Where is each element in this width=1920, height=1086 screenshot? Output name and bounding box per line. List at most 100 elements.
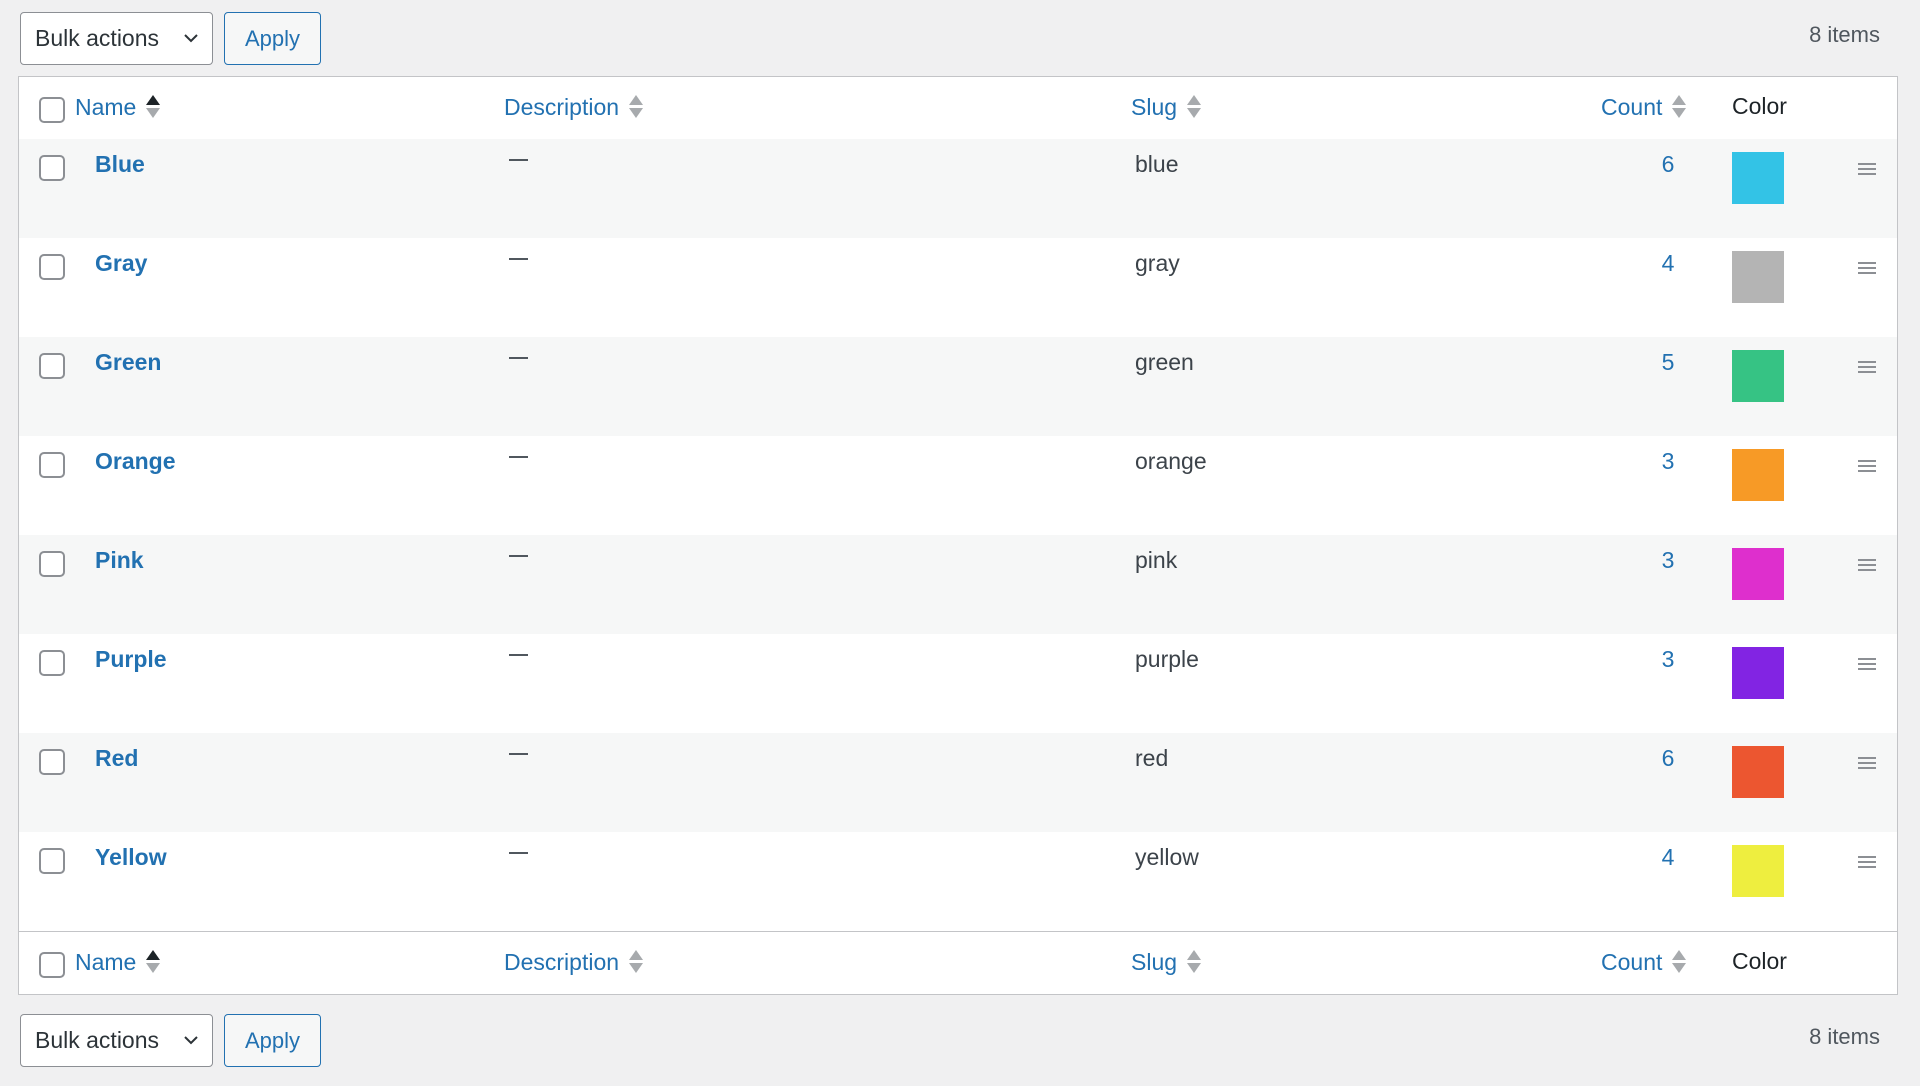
empty-description-dash [509,456,528,458]
drag-handle-icon[interactable] [1858,262,1876,274]
table-row: Blue blue 6 [19,139,1897,238]
table-row: Pink pink 3 [19,535,1897,634]
terms-table: Name Description Slug Count Color Blue b… [18,76,1898,995]
color-swatch [1732,350,1784,402]
chevron-down-icon [184,34,198,43]
term-name-link[interactable]: Pink [95,547,144,574]
table-row: Purple purple 3 [19,634,1897,733]
column-header-count[interactable]: Count [1601,93,1687,121]
top-tablenav: Bulk actions Apply 8 items [20,12,1900,66]
color-swatch [1732,152,1784,204]
term-slug: blue [1135,151,1179,177]
sort-arrows-icon [1187,948,1202,976]
sort-ascending-icon [146,948,161,976]
bulk-actions-select[interactable]: Bulk actions [20,12,213,65]
sort-arrows-icon [1672,948,1687,976]
term-slug: green [1135,349,1194,375]
select-all-checkbox-footer[interactable] [39,952,65,978]
color-swatch [1732,449,1784,501]
sort-ascending-icon [146,93,161,121]
term-count-link[interactable]: 6 [1619,151,1717,178]
sort-arrows-icon [1672,93,1687,121]
empty-description-dash [509,357,528,359]
column-header-description[interactable]: Description [504,93,644,121]
drag-handle-icon[interactable] [1858,658,1876,670]
table-row: Yellow yellow 4 [19,832,1897,931]
drag-handle-icon[interactable] [1858,163,1876,175]
term-name-link[interactable]: Yellow [95,844,167,871]
term-name-link[interactable]: Green [95,349,161,376]
empty-description-dash [509,654,528,656]
bottom-tablenav: Bulk actions Apply 8 items [20,1014,1900,1068]
term-name-link[interactable]: Purple [95,646,167,673]
empty-description-dash [509,753,528,755]
color-swatch [1732,251,1784,303]
column-label: Count [1601,93,1663,120]
empty-description-dash [509,258,528,260]
term-count-link[interactable]: 3 [1619,448,1717,475]
term-name-link[interactable]: Red [95,745,138,772]
row-checkbox[interactable] [39,452,65,478]
column-footer-count[interactable]: Count [1601,948,1687,976]
term-slug: gray [1135,250,1180,276]
column-header-slug[interactable]: Slug [1131,93,1202,121]
drag-handle-icon[interactable] [1858,559,1876,571]
apply-button-bottom[interactable]: Apply [224,1014,321,1067]
term-count-link[interactable]: 4 [1619,844,1717,871]
drag-handle-icon[interactable] [1858,361,1876,373]
column-footer-slug[interactable]: Slug [1131,948,1202,976]
column-header-color: Color [1732,93,1787,120]
drag-handle-icon[interactable] [1858,757,1876,769]
column-label: Color [1732,948,1787,974]
chevron-down-icon [184,1036,198,1045]
term-slug: purple [1135,646,1199,672]
sort-arrows-icon [1187,93,1202,121]
select-all-checkbox[interactable] [39,97,65,123]
term-count-link[interactable]: 3 [1619,646,1717,673]
sort-arrows-icon [629,93,644,121]
table-footer: Name Description Slug Count Color [19,931,1897,994]
column-footer-name[interactable]: Name [75,948,161,976]
bulk-actions-select-bottom[interactable]: Bulk actions [20,1014,213,1067]
term-name-link[interactable]: Orange [95,448,176,475]
term-name-link[interactable]: Gray [95,250,147,277]
row-checkbox[interactable] [39,749,65,775]
term-count-link[interactable]: 4 [1619,250,1717,277]
apply-button[interactable]: Apply [224,12,321,65]
column-label: Description [504,93,620,120]
drag-handle-icon[interactable] [1858,460,1876,472]
items-count: 8 items [1809,22,1880,47]
row-checkbox[interactable] [39,650,65,676]
color-swatch [1732,548,1784,600]
empty-description-dash [509,159,528,161]
color-swatch [1732,647,1784,699]
row-checkbox[interactable] [39,155,65,181]
term-slug: yellow [1135,844,1199,870]
column-label: Color [1732,93,1787,119]
row-checkbox[interactable] [39,254,65,280]
table-header: Name Description Slug Count Color [19,77,1897,140]
drag-handle-icon[interactable] [1858,856,1876,868]
row-checkbox[interactable] [39,551,65,577]
column-label: Count [1601,948,1663,975]
table-row: Red red 6 [19,733,1897,832]
term-name-link[interactable]: Blue [95,151,145,178]
sort-arrows-icon [629,948,644,976]
row-checkbox[interactable] [39,848,65,874]
column-footer-color: Color [1732,948,1787,975]
bulk-actions-label: Bulk actions [35,1027,160,1053]
column-label: Name [75,93,137,120]
column-footer-description[interactable]: Description [504,948,644,976]
empty-description-dash [509,555,528,557]
row-checkbox[interactable] [39,353,65,379]
term-count-link[interactable]: 5 [1619,349,1717,376]
term-slug: red [1135,745,1169,771]
column-label: Slug [1131,948,1178,975]
color-swatch [1732,845,1784,897]
color-swatch [1732,746,1784,798]
column-header-name[interactable]: Name [75,93,161,121]
term-count-link[interactable]: 6 [1619,745,1717,772]
empty-description-dash [509,852,528,854]
term-count-link[interactable]: 3 [1619,547,1717,574]
table-row: Gray gray 4 [19,238,1897,337]
